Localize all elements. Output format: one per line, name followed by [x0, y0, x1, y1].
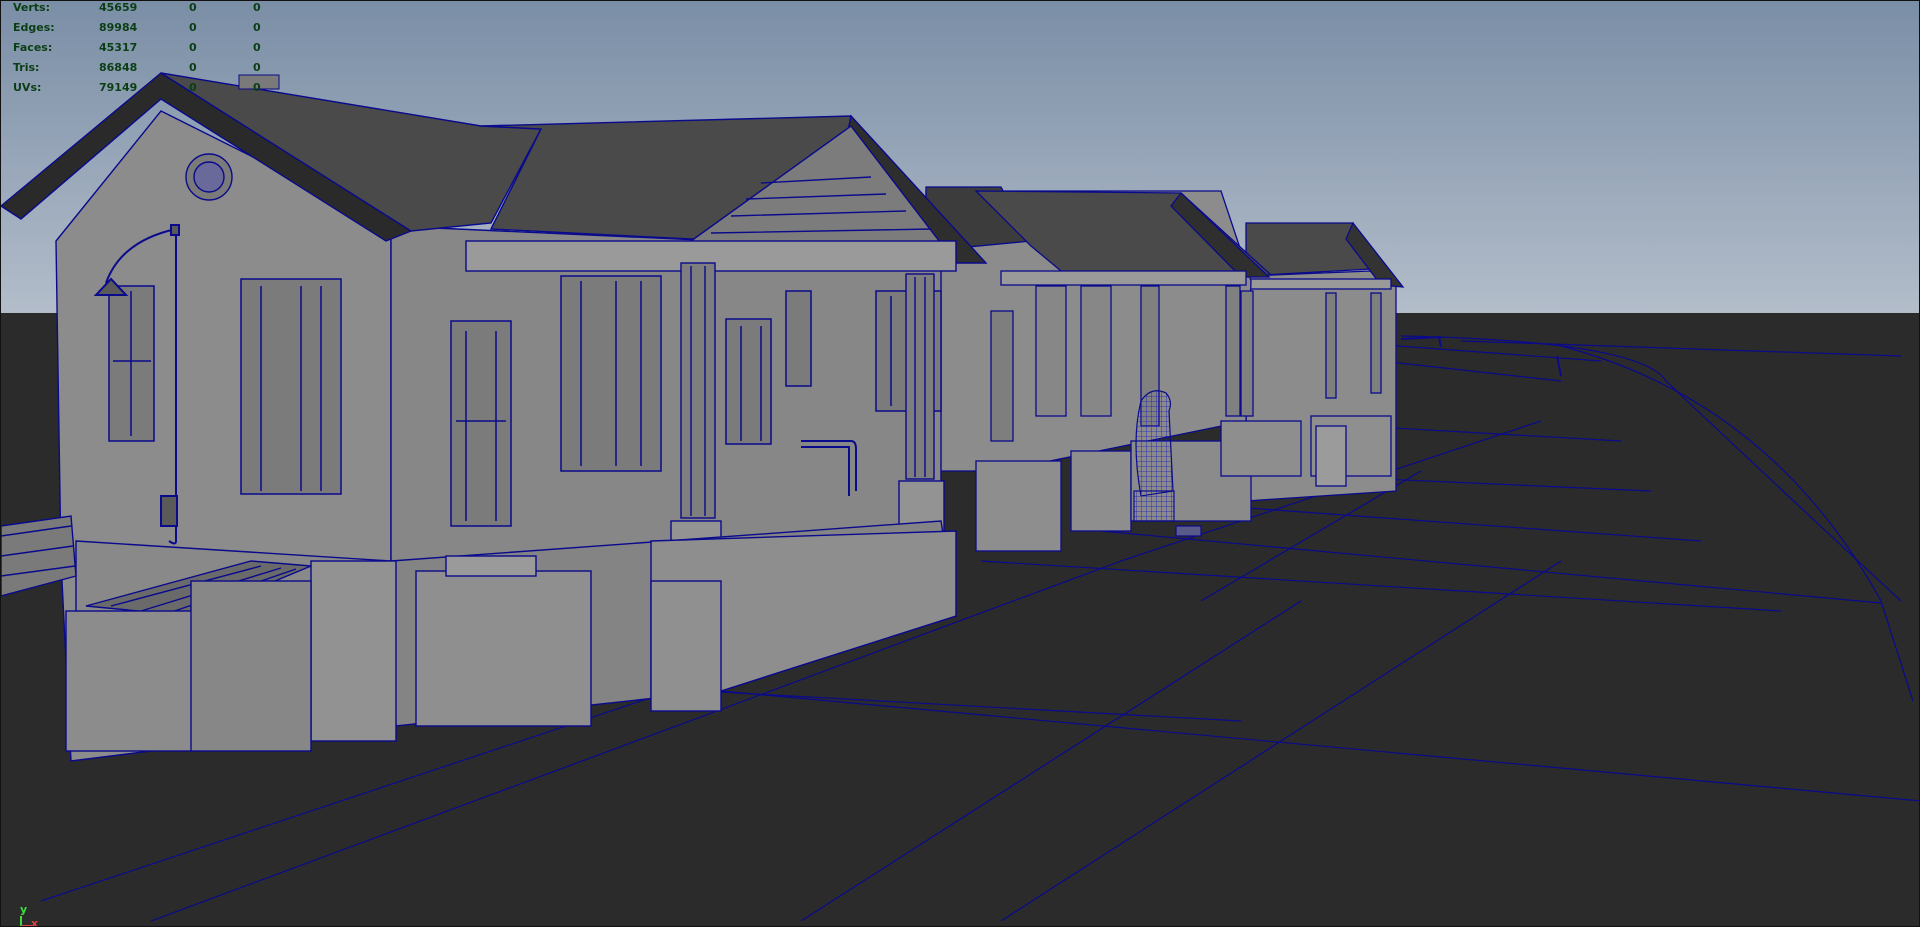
hud-total: 89984	[99, 21, 138, 34]
hud-row-faces: Faces: 45317 0 0	[13, 39, 273, 59]
hud-row-verts: Verts: 45659 0 0	[13, 1, 273, 19]
hud-label: UVs:	[13, 81, 42, 94]
hud-component: 0	[253, 21, 261, 34]
hud-row-tris: Tris: 86848 0 0	[13, 59, 273, 79]
hud-label: Verts:	[13, 1, 51, 14]
hud-total: 79149	[99, 81, 138, 94]
hud-label: Edges:	[13, 21, 55, 34]
hud-row-edges: Edges: 89984 0 0	[13, 19, 273, 39]
hud-component: 0	[253, 41, 261, 54]
poly-count-hud: Verts: 45659 0 0 Edges: 89984 0 0 Faces:…	[13, 1, 273, 99]
hud-label: Faces:	[13, 41, 53, 54]
hud-component: 0	[253, 1, 261, 14]
hud-selected: 0	[189, 61, 197, 74]
hud-total: 45659	[99, 1, 138, 14]
hud-row-uvs: UVs: 79149 0 0	[13, 79, 273, 99]
3d-viewport[interactable]: Verts: 45659 0 0 Edges: 89984 0 0 Faces:…	[0, 0, 1920, 927]
hud-total: 86848	[99, 61, 138, 74]
scene-render[interactable]	[1, 1, 1920, 927]
hud-selected: 0	[189, 41, 197, 54]
hud-selected: 0	[189, 1, 197, 14]
hud-component: 0	[253, 81, 261, 94]
hud-selected: 0	[189, 21, 197, 34]
hud-component: 0	[253, 61, 261, 74]
hud-label: Tris:	[13, 61, 40, 74]
axis-lines	[20, 916, 33, 926]
view-axis-gizmo: y x	[15, 903, 55, 926]
hud-total: 45317	[99, 41, 138, 54]
hud-selected: 0	[189, 81, 197, 94]
